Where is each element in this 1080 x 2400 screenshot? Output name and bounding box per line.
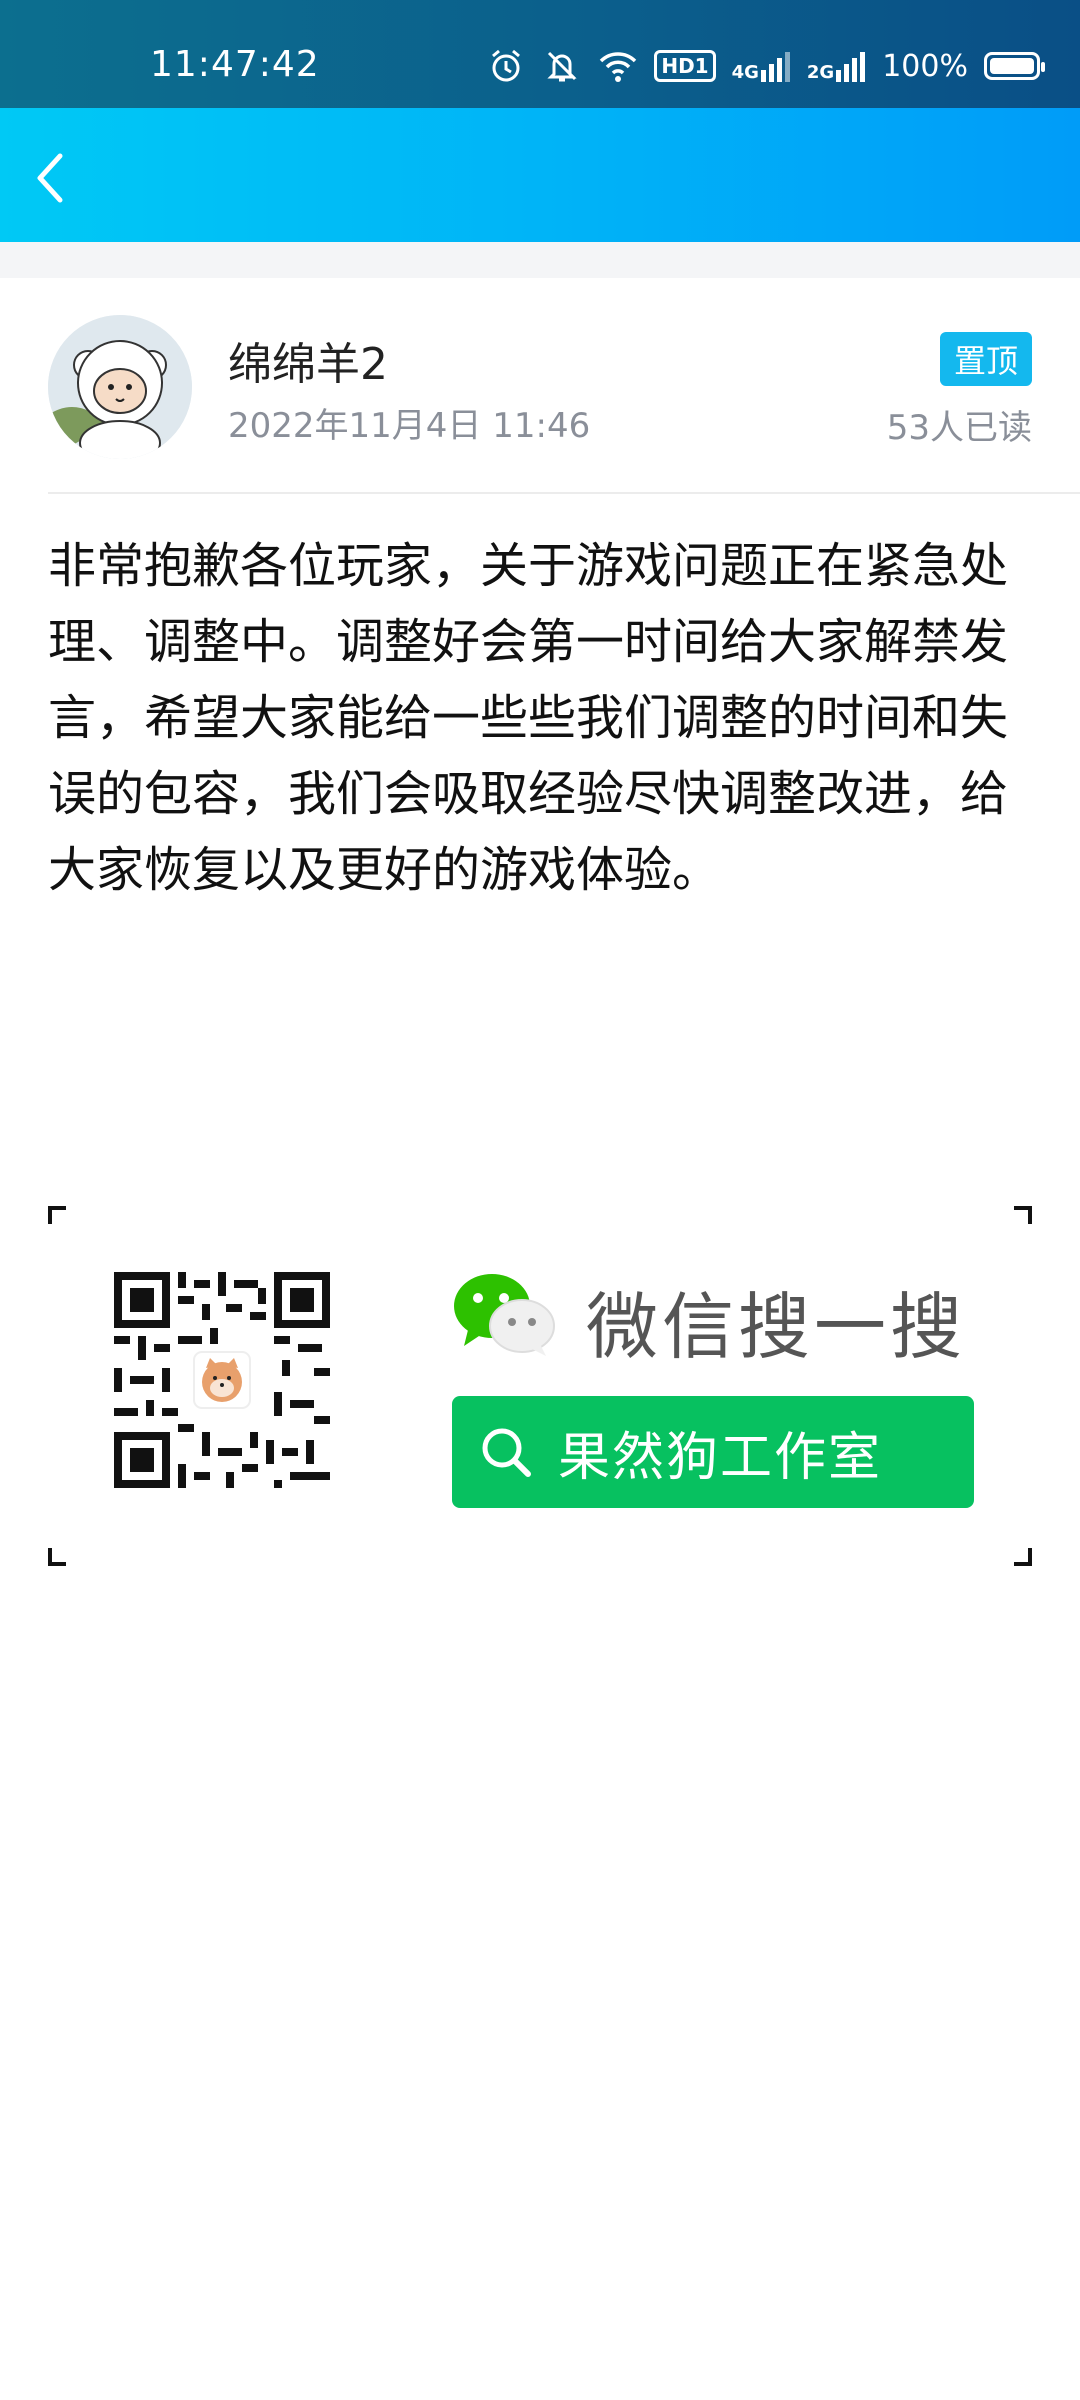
- hd-icon: HD1: [654, 50, 716, 82]
- wechat-search-box: 果然狗工作室: [452, 1396, 974, 1508]
- wifi-icon: [598, 46, 638, 86]
- app-bar: [0, 108, 1080, 242]
- battery-icon: [984, 52, 1045, 80]
- signal-2g-icon: 2G: [807, 50, 866, 82]
- status-bar: 11:47:42 HD1 4G 2G 100%: [0, 0, 1080, 108]
- bell-off-icon: [542, 46, 582, 86]
- battery-percent: 100%: [882, 48, 968, 84]
- post-body: 非常抱歉各位玩家，关于游戏问题正在紧急处理、调整中。调整好会第一时间给大家解禁发…: [48, 538, 1009, 898]
- avatar[interactable]: [48, 315, 192, 459]
- wechat-search-title: 微信搜一搜: [586, 1285, 967, 1369]
- status-time: 11:47:42: [150, 44, 320, 85]
- back-button[interactable]: [18, 146, 82, 210]
- promo-image[interactable]: 微信搜一搜 果然狗工作室: [48, 1206, 1032, 1566]
- pinned-badge: 置顶: [939, 332, 1032, 386]
- post-date: 2022年11月4日 11:46: [228, 406, 591, 446]
- chevron-left-icon: [37, 153, 63, 203]
- crop-corner: [48, 1206, 66, 1224]
- crop-corner: [1014, 1548, 1032, 1566]
- net-label-2: 2G: [806, 62, 835, 83]
- search-icon: [482, 1428, 531, 1477]
- qr-code-icon: [114, 1272, 330, 1488]
- author-name[interactable]: 绵绵羊2: [228, 328, 388, 392]
- net-label-1: 4G: [731, 62, 759, 83]
- crop-corner: [48, 1548, 66, 1566]
- wechat-search-term: 果然狗工作室: [558, 1427, 883, 1488]
- divider: [48, 492, 1080, 494]
- read-count: 53人已读: [886, 408, 1032, 448]
- status-icons: HD1 4G 2G 100%: [486, 46, 1045, 86]
- wechat-icon: [454, 1274, 555, 1356]
- section-gap: [0, 242, 1080, 278]
- signal-4g-icon: 4G: [732, 50, 791, 82]
- alarm-icon: [486, 46, 526, 86]
- crop-corner: [1014, 1206, 1032, 1224]
